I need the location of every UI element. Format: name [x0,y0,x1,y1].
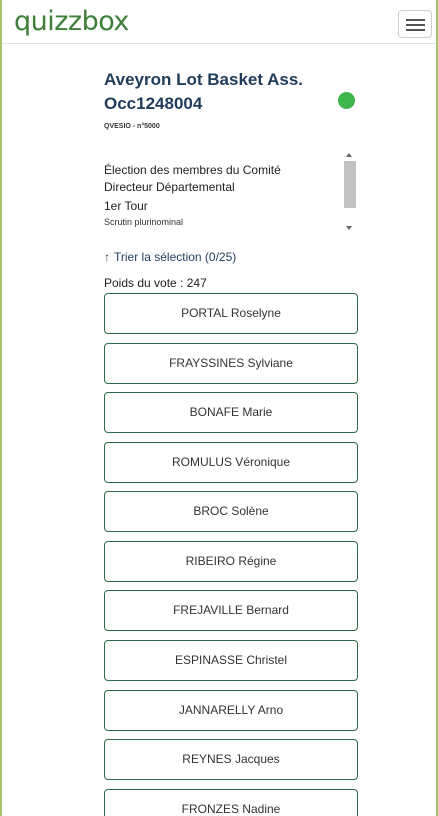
vote-weight: Poids du vote : 247 [104,276,207,290]
description-box[interactable]: Élection des membres du Comité Directeur… [104,149,358,235]
candidate-button[interactable]: REYNES Jacques [104,739,358,780]
description-line: Directeur Départemental [104,180,235,194]
menu-toggle-button[interactable] [398,10,432,38]
candidate-button[interactable]: ESPINASSE Christel [104,640,358,681]
page-title: Aveyron Lot Basket Ass. Occ1248004 [104,70,304,113]
brand-logo[interactable]: quizzbox [14,6,129,37]
description-line: Scrutin plurinominal [104,217,184,227]
sort-selection-label: Trier la sélection (0/25) [114,250,237,264]
hamburger-icon-bar [406,24,425,26]
description-line: Élection des membres du Comité [104,163,281,177]
candidate-button[interactable]: RIBEIRO Régine [104,541,358,582]
scroll-up-arrow-icon[interactable] [346,153,352,157]
candidate-button[interactable]: BROC Solène [104,491,358,532]
candidate-button[interactable]: FREJAVILLE Bernard [104,590,358,631]
candidate-button[interactable]: FRONZES Nadine [104,789,358,816]
scroll-thumb[interactable] [344,161,356,208]
reference-label: QVESIO - n°5000 [104,123,160,130]
hamburger-icon [406,19,425,21]
hamburger-icon-bar [406,29,425,31]
candidate-button[interactable]: ROMULUS Véronique [104,442,358,483]
sort-selection-link[interactable]: ↑ Trier la sélection (0/25) [104,250,236,264]
description-scrollbar[interactable] [344,149,356,235]
candidate-button[interactable]: PORTAL Roselyne [104,293,358,334]
description-line: 1er Tour [104,199,148,213]
candidate-button[interactable]: JANNARELLY Arno [104,690,358,731]
navbar: quizzbox [2,0,436,44]
status-indicator [338,92,355,109]
arrow-up-icon: ↑ [104,250,110,264]
candidate-button[interactable]: FRAYSSINES Sylviane [104,343,358,384]
candidate-button[interactable]: BONAFE Marie [104,392,358,433]
scroll-down-arrow-icon[interactable] [346,226,352,230]
